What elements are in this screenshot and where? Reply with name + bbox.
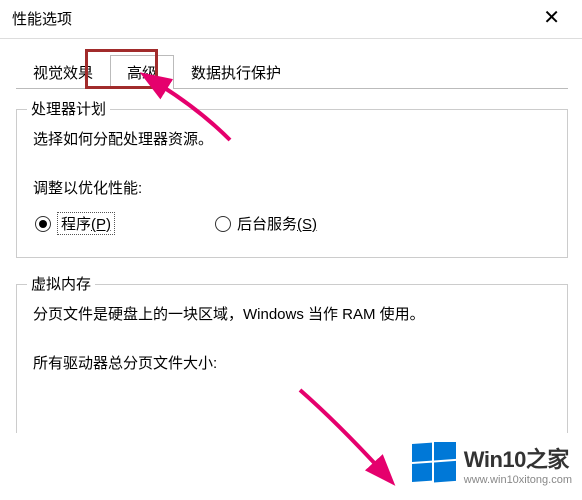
- group-virtual-memory: 虚拟内存 分页文件是硬盘上的一块区域，Windows 当作 RAM 使用。 所有…: [16, 284, 568, 433]
- radio-services-label: 后台服务(S): [237, 213, 317, 234]
- adjust-label: 调整以优化性能:: [33, 177, 551, 198]
- vm-total-label: 所有驱动器总分页文件大小:: [33, 352, 551, 373]
- radio-background-services[interactable]: 后台服务(S): [215, 213, 317, 234]
- group-processor-scheduling: 处理器计划 选择如何分配处理器资源。 调整以优化性能: 程序(P) 后台服务(S…: [16, 109, 568, 258]
- radio-empty-icon: [215, 216, 231, 232]
- watermark: Win10之家 www.win10xitong.com: [412, 442, 572, 486]
- radio-programs-label: 程序(P): [57, 212, 115, 235]
- watermark-brand: Win10之家: [464, 442, 572, 474]
- vm-desc: 分页文件是硬盘上的一块区域，Windows 当作 RAM 使用。: [33, 303, 551, 324]
- group-title-vm: 虚拟内存: [27, 273, 95, 294]
- windows-logo-icon: [412, 442, 456, 486]
- radio-dot-icon: [35, 216, 51, 232]
- radio-programs[interactable]: 程序(P): [35, 212, 115, 235]
- tab-dep[interactable]: 数据执行保护: [174, 55, 298, 89]
- tab-advanced[interactable]: 高级: [110, 55, 174, 89]
- tab-visual-effects[interactable]: 视觉效果: [16, 55, 110, 89]
- watermark-url: www.win10xitong.com: [464, 474, 572, 486]
- group-title-processor: 处理器计划: [27, 98, 110, 119]
- window-title: 性能选项: [12, 8, 72, 29]
- processor-desc: 选择如何分配处理器资源。: [33, 128, 551, 149]
- tab-bar: 视觉效果 高级 数据执行保护: [0, 39, 582, 89]
- close-icon[interactable]: ✕: [535, 6, 568, 30]
